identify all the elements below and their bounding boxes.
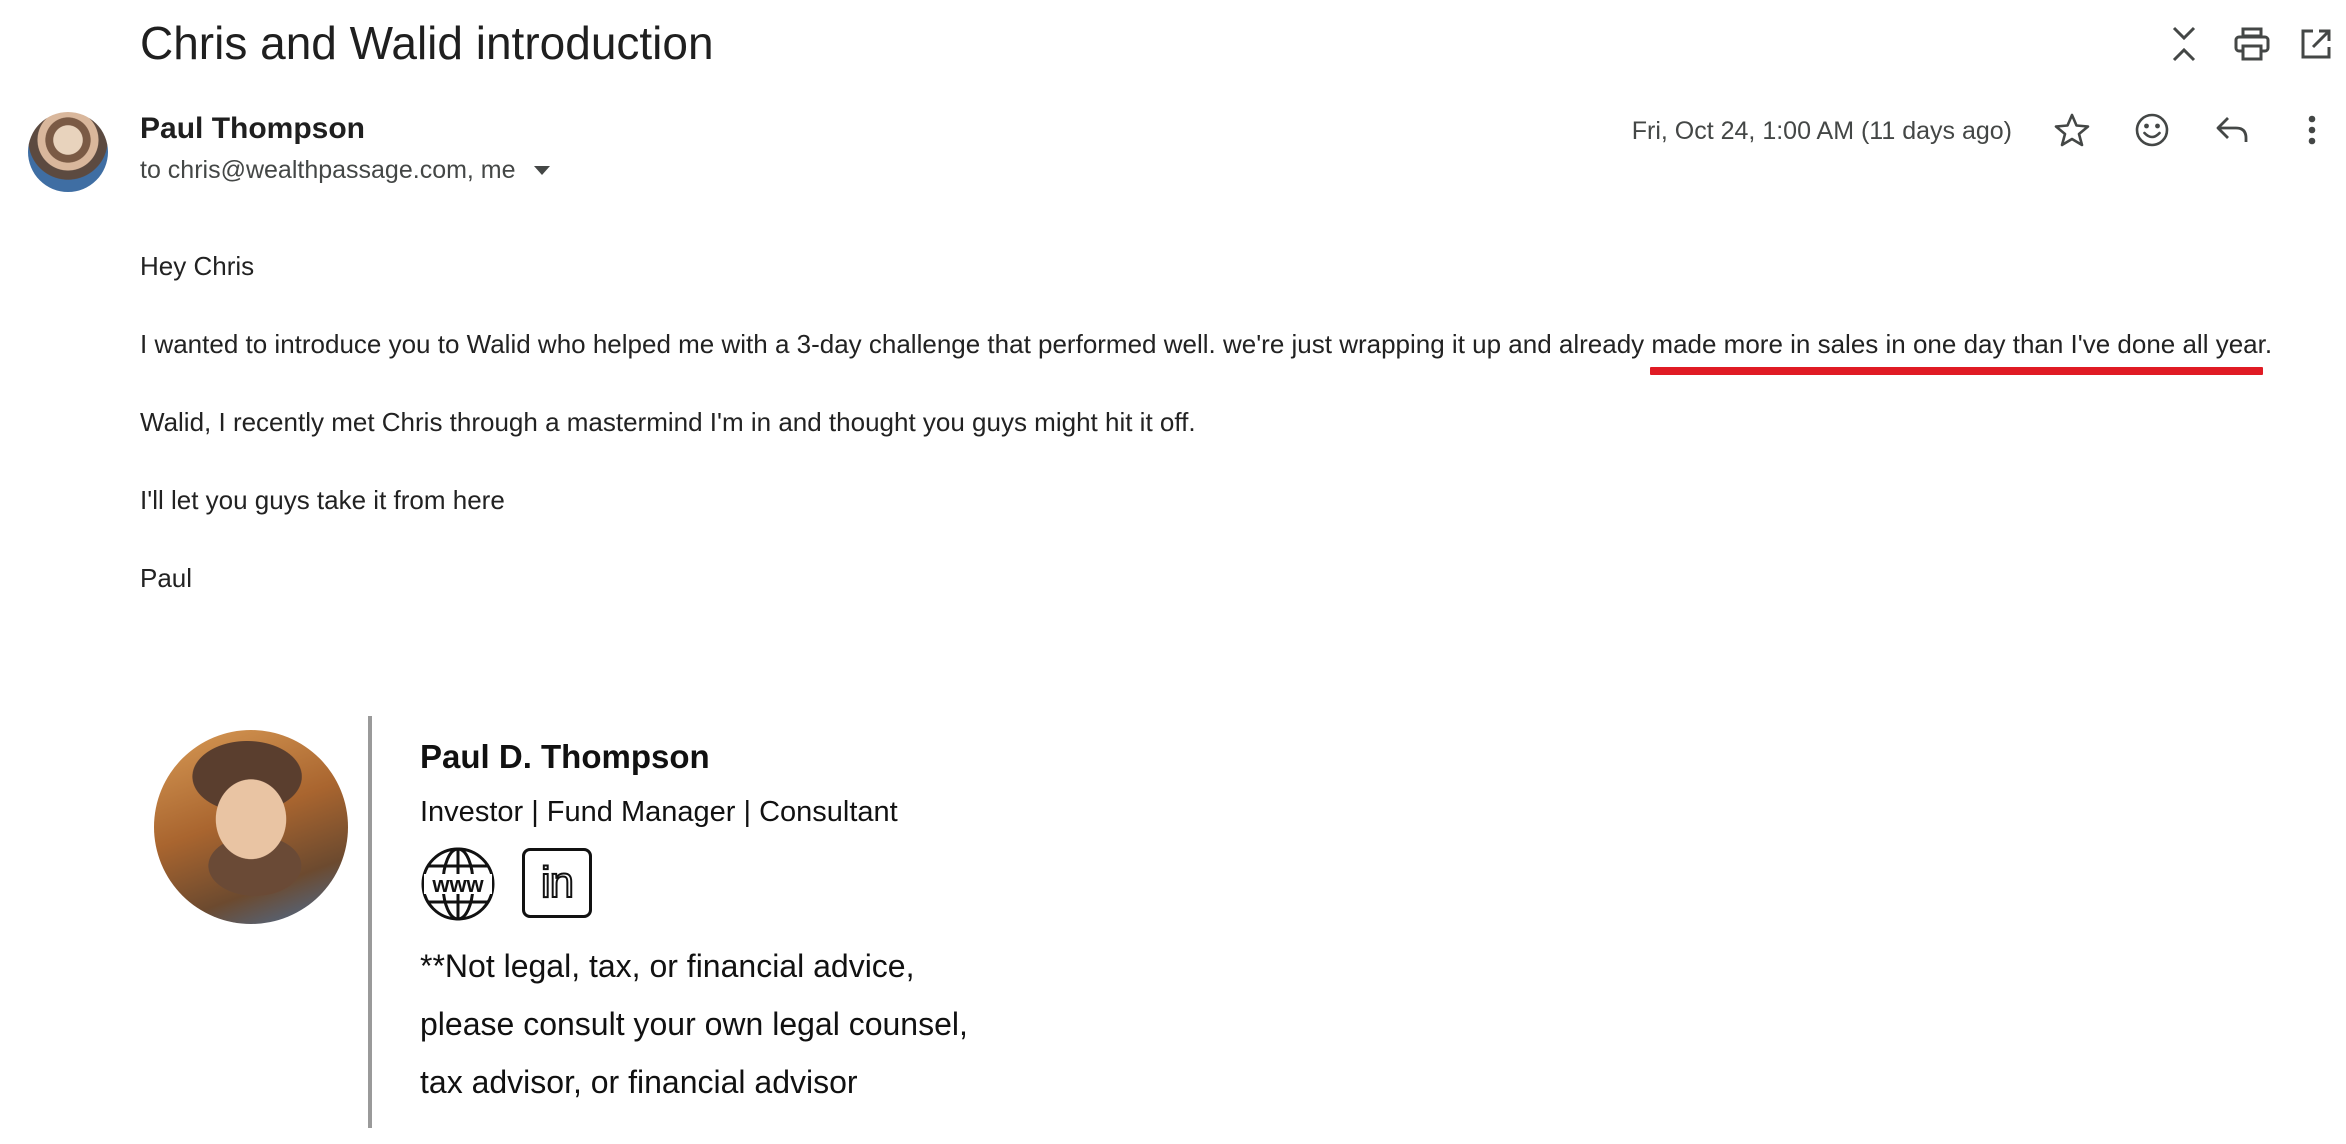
print-icon[interactable] <box>2228 20 2276 68</box>
email-subject: Chris and Walid introduction <box>140 17 714 69</box>
body-signoff: Paul <box>140 563 193 593</box>
red-underline-annotation <box>1650 367 2263 375</box>
body-paragraph-1-highlight: made more in sales in one day than I've … <box>1651 329 2273 359</box>
reply-icon[interactable] <box>2210 108 2254 152</box>
linkedin-icon[interactable]: in <box>522 848 592 918</box>
signature-disclaimer-line-3: tax advisor, or financial advisor <box>420 1064 858 1100</box>
thread-actions <box>2146 20 2346 68</box>
website-globe-icon[interactable]: www <box>420 846 496 922</box>
body-greeting: Hey Chris <box>140 251 255 281</box>
emoji-reaction-icon[interactable] <box>2130 108 2174 152</box>
signature-photo <box>154 730 348 924</box>
sender-avatar[interactable] <box>28 112 108 192</box>
show-details-caret-icon[interactable] <box>533 166 550 175</box>
signature-title: Investor | Fund Manager | Consultant <box>420 796 898 828</box>
recipients-text: to chris@wealthpassage.com, me <box>140 156 516 184</box>
sender-name[interactable]: Paul Thompson <box>140 112 365 146</box>
body-paragraph-2: Walid, I recently met Chris through a ma… <box>140 407 1196 437</box>
website-icon-text: www <box>431 872 484 897</box>
signature-disclaimer-line-2: please consult your own legal counsel, <box>420 1006 968 1042</box>
recipients-line: to chris@wealthpassage.com, me <box>140 156 550 185</box>
linkedin-icon-text: in <box>540 858 575 907</box>
signature-divider <box>368 716 372 1128</box>
body-paragraph-1: I wanted to introduce you to Walid who h… <box>140 327 2272 361</box>
more-vert-icon[interactable] <box>2292 108 2332 152</box>
body-paragraph-3: I'll let you guys take it from here <box>140 485 505 515</box>
collapse-all-icon[interactable] <box>2160 20 2208 68</box>
email-timestamp: Fri, Oct 24, 1:00 AM (11 days ago) <box>1631 117 2012 145</box>
star-icon[interactable] <box>2050 108 2094 152</box>
body-paragraph-1-text: I wanted to introduce you to Walid who h… <box>140 329 1652 359</box>
signature-name: Paul D. Thompson <box>420 738 710 775</box>
signature-disclaimer-line-1: **Not legal, tax, or financial advice, <box>420 948 915 984</box>
open-in-new-window-icon[interactable] <box>2292 20 2340 68</box>
